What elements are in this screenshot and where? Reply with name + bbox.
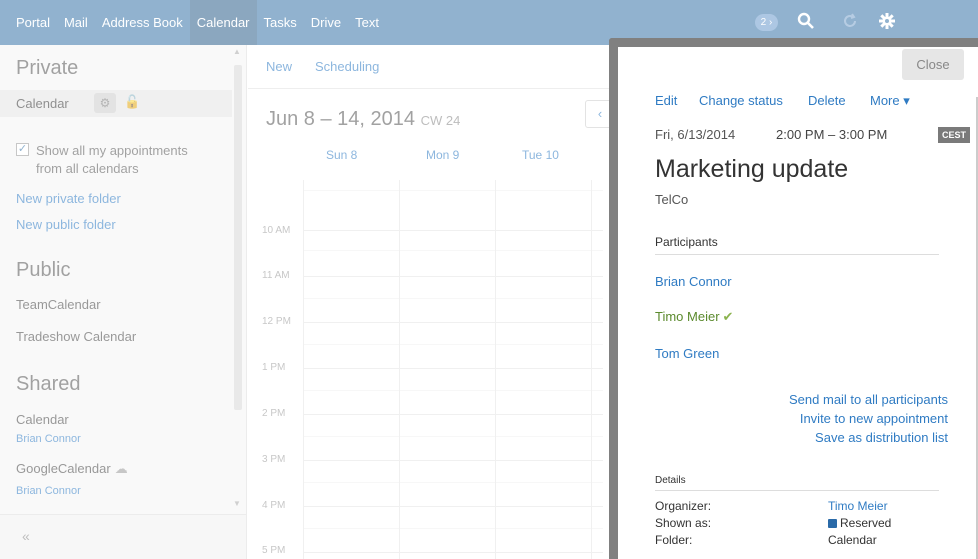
shown-as-text: Reserved <box>840 516 892 530</box>
shown-as-label: Shown as: <box>655 516 712 530</box>
participant-brian-connor[interactable]: Brian Connor <box>655 274 732 289</box>
appointment-title: Marketing update <box>655 155 849 183</box>
more-dropdown[interactable]: More ▾ <box>870 93 910 109</box>
folder-label: Folder: <box>655 533 693 547</box>
edit-link[interactable]: Edit <box>655 93 677 108</box>
close-button[interactable]: Close <box>902 49 964 80</box>
appointment-time: 2:00 PM – 3:00 PM <box>776 127 888 142</box>
shown-as-value: Reserved <box>828 516 891 530</box>
participants-heading: Participants <box>655 235 718 249</box>
send-mail-all-link[interactable]: Send mail to all participants <box>789 392 948 407</box>
organizer-label: Organizer: <box>655 499 712 513</box>
invite-new-appointment-link[interactable]: Invite to new appointment <box>800 411 948 426</box>
accepted-check-icon: ✔ <box>722 309 734 324</box>
appointment-location: TelCo <box>655 192 689 207</box>
details-heading: Details <box>655 475 686 486</box>
organizer-value[interactable]: Timo Meier <box>828 499 888 513</box>
participant-timo-meier[interactable]: Timo Meier ✔ <box>655 309 733 325</box>
timezone-badge[interactable]: CEST <box>938 127 971 143</box>
participant-name: Timo Meier <box>655 309 720 324</box>
delete-link[interactable]: Delete <box>808 93 846 108</box>
folder-value: Calendar <box>828 533 877 547</box>
appointment-date: Fri, 6/13/2014 <box>655 127 736 142</box>
participant-tom-green[interactable]: Tom Green <box>655 346 719 361</box>
appointment-detail-popup: Close Edit Change status Delete More ▾ F… <box>609 38 978 559</box>
change-status-link[interactable]: Change status <box>699 93 783 108</box>
save-distribution-list-link[interactable]: Save as distribution list <box>815 430 948 445</box>
reserved-color-swatch <box>828 519 837 528</box>
